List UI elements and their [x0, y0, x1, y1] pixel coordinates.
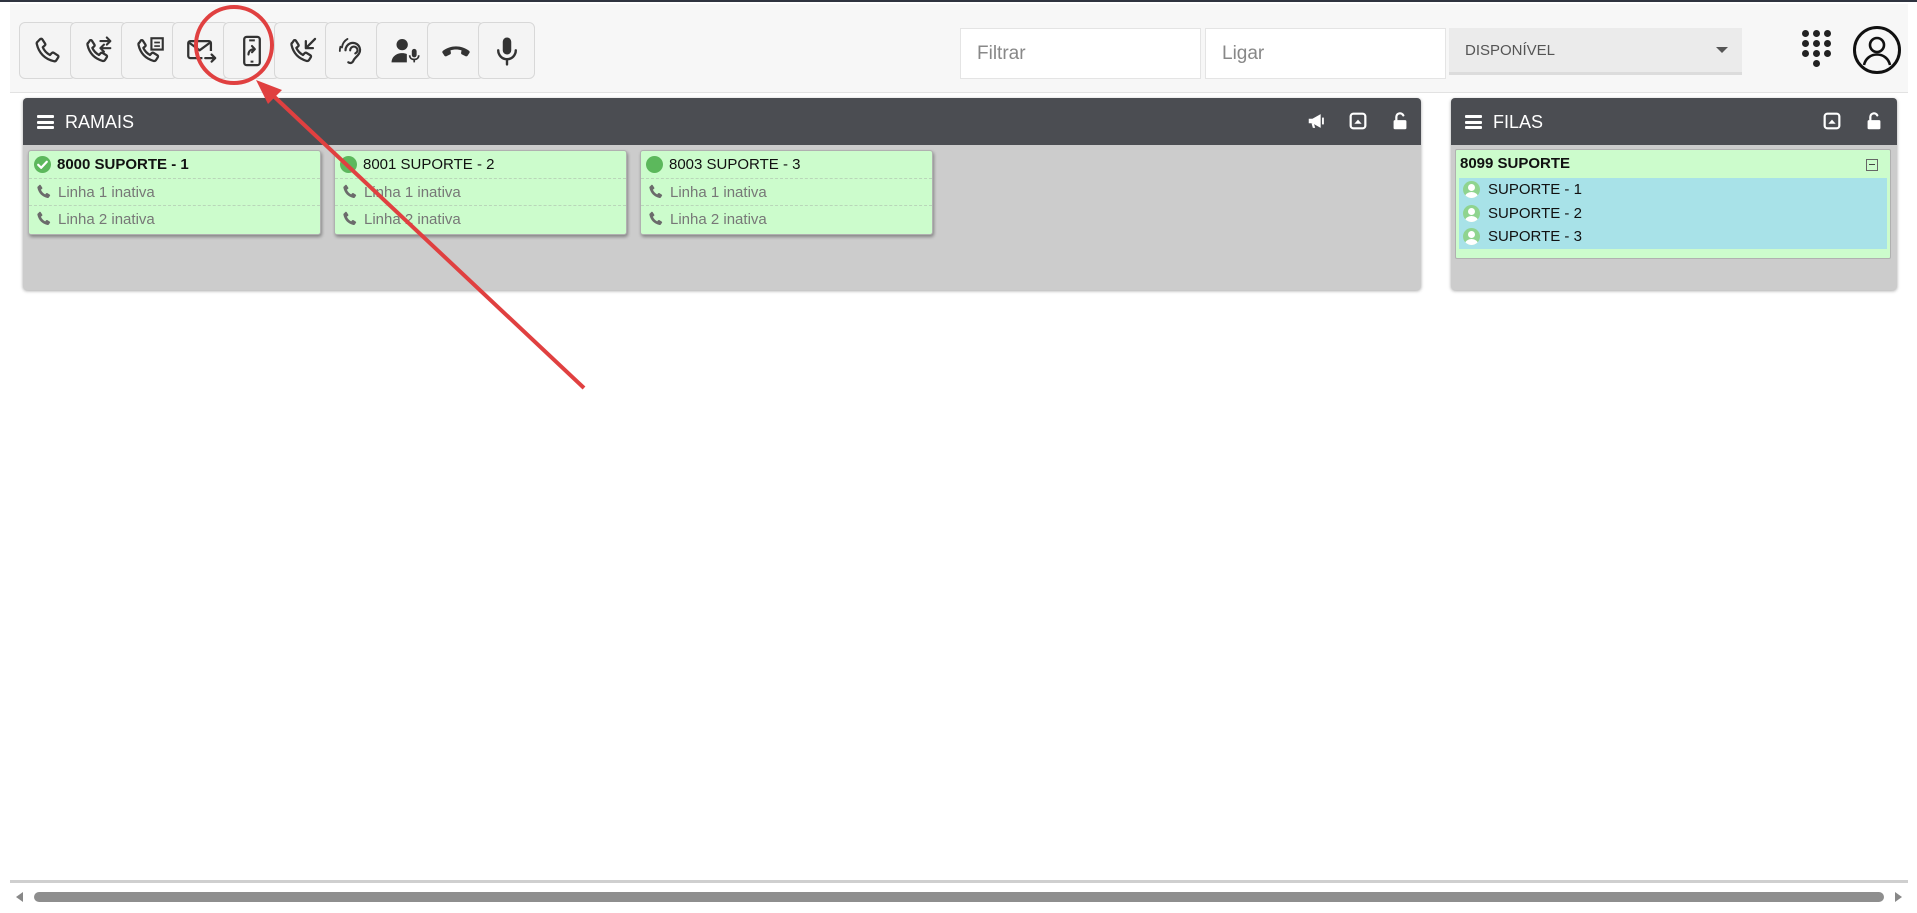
extension-line-2: Linha 2 inativa	[29, 205, 320, 232]
phone-icon	[37, 211, 51, 226]
pickup-call-button[interactable]	[274, 22, 331, 79]
menu-icon[interactable]	[1465, 115, 1482, 129]
queue-member[interactable]: SUPORTE - 2	[1459, 202, 1582, 225]
mute-button[interactable]	[478, 22, 535, 79]
queue-member-name: SUPORTE - 2	[1488, 205, 1582, 222]
extension-line-2: Linha 2 inativa	[641, 205, 932, 232]
line-status: Linha 2 inativa	[364, 210, 461, 228]
phone-icon	[37, 184, 51, 199]
mobile-forward-icon	[242, 35, 261, 66]
megaphone-icon[interactable]	[1306, 110, 1328, 132]
scroll-right-arrow-icon[interactable]	[1895, 892, 1902, 902]
status-check-icon	[34, 155, 51, 173]
status-dot-icon	[340, 155, 357, 173]
queue-member-name: SUPORTE - 3	[1488, 228, 1582, 245]
phone-incoming-icon	[289, 37, 316, 62]
queue-member[interactable]: SUPORTE - 3	[1459, 225, 1582, 248]
phone-icon	[343, 184, 357, 199]
extension-header: 8000 SUPORTE - 1	[29, 151, 320, 177]
voicemail-forward-button[interactable]	[172, 22, 229, 79]
user-voice-icon	[391, 38, 420, 62]
extension-name: 8001 SUPORTE - 2	[363, 155, 495, 173]
extension-card[interactable]: 8001 SUPORTE - 2 Linha 1 inativa Linha 2…	[334, 150, 627, 235]
whisper-button[interactable]	[376, 22, 433, 79]
phone-icon	[649, 211, 663, 226]
filter-input[interactable]	[960, 28, 1201, 79]
extension-line-2: Linha 2 inativa	[335, 205, 626, 232]
listen-button[interactable]	[325, 22, 382, 79]
extension-name: 8003 SUPORTE - 3	[669, 155, 801, 173]
phone-consult-icon	[136, 36, 164, 62]
menu-icon[interactable]	[37, 115, 54, 129]
extension-card[interactable]: 8000 SUPORTE - 1 Linha 1 inativa Linha 2…	[28, 150, 321, 235]
line-status: Linha 2 inativa	[58, 210, 155, 228]
extension-line-1: Linha 1 inativa	[335, 178, 626, 205]
filas-title: FILAS	[1493, 112, 1544, 132]
queue-member-name: SUPORTE - 1	[1488, 181, 1582, 198]
status-dot-icon	[646, 155, 663, 173]
phone-hangup-icon	[441, 45, 470, 56]
line-status: Linha 1 inativa	[364, 183, 461, 201]
phone-forward-icon	[85, 35, 111, 62]
extension-card[interactable]: 8003 SUPORTE - 3 Linha 1 inativa Linha 2…	[640, 150, 933, 235]
expand-icon[interactable]	[1821, 110, 1843, 132]
call-button[interactable]	[19, 22, 76, 79]
mobile-forward-button[interactable]	[223, 22, 280, 79]
chevron-down-icon	[1716, 47, 1728, 53]
window-top-border	[0, 0, 1917, 2]
hangup-button[interactable]	[427, 22, 484, 79]
horizontal-scrollbar[interactable]	[10, 880, 1908, 908]
agent-status-value: DISPONÍVEL	[1465, 41, 1556, 59]
agent-status-select[interactable]: DISPONÍVEL	[1449, 28, 1742, 75]
extension-header: 8001 SUPORTE - 2	[335, 151, 626, 177]
user-avatar-icon	[1463, 181, 1480, 198]
consult-transfer-button[interactable]	[121, 22, 178, 79]
mail-forward-icon	[186, 39, 216, 63]
scrollbar-thumb[interactable]	[34, 892, 1884, 902]
line-status: Linha 2 inativa	[670, 210, 767, 228]
user-avatar-icon	[1463, 228, 1480, 245]
user-profile-icon[interactable]	[1853, 26, 1901, 74]
phone-icon	[35, 37, 60, 62]
ramais-title: RAMAIS	[65, 112, 135, 132]
queue-member[interactable]: SUPORTE - 1	[1459, 178, 1582, 201]
dialpad-icon[interactable]	[1800, 30, 1834, 70]
phone-icon	[649, 184, 663, 199]
queue-member-list: SUPORTE - 1 SUPORTE - 2 SUPORTE - 3	[1459, 178, 1887, 249]
line-status: Linha 1 inativa	[58, 183, 155, 201]
ramais-panel-header: RAMAIS	[23, 98, 1421, 145]
expand-icon[interactable]	[1347, 110, 1369, 132]
extension-name: 8000 SUPORTE - 1	[57, 155, 189, 173]
unlock-icon[interactable]	[1863, 110, 1885, 132]
phone-icon	[343, 211, 357, 226]
extension-line-1: Linha 1 inativa	[29, 178, 320, 205]
collapse-icon[interactable]	[1866, 159, 1878, 171]
user-avatar-icon	[1463, 205, 1480, 222]
queue-name: 8099 SUPORTE	[1460, 155, 1571, 172]
extension-line-1: Linha 1 inativa	[641, 178, 932, 205]
queue-card[interactable]: 8099 SUPORTE SUPORTE - 1 SUPORTE - 2 SUP…	[1455, 149, 1891, 259]
ear-icon	[338, 37, 361, 64]
microphone-icon	[496, 37, 517, 66]
scroll-left-arrow-icon[interactable]	[16, 892, 23, 902]
filas-panel-header: FILAS	[1451, 98, 1897, 145]
transfer-button[interactable]	[70, 22, 127, 79]
line-status: Linha 1 inativa	[670, 183, 767, 201]
unlock-icon[interactable]	[1389, 110, 1411, 132]
dial-input[interactable]	[1205, 28, 1446, 79]
extension-header: 8003 SUPORTE - 3	[641, 151, 932, 177]
